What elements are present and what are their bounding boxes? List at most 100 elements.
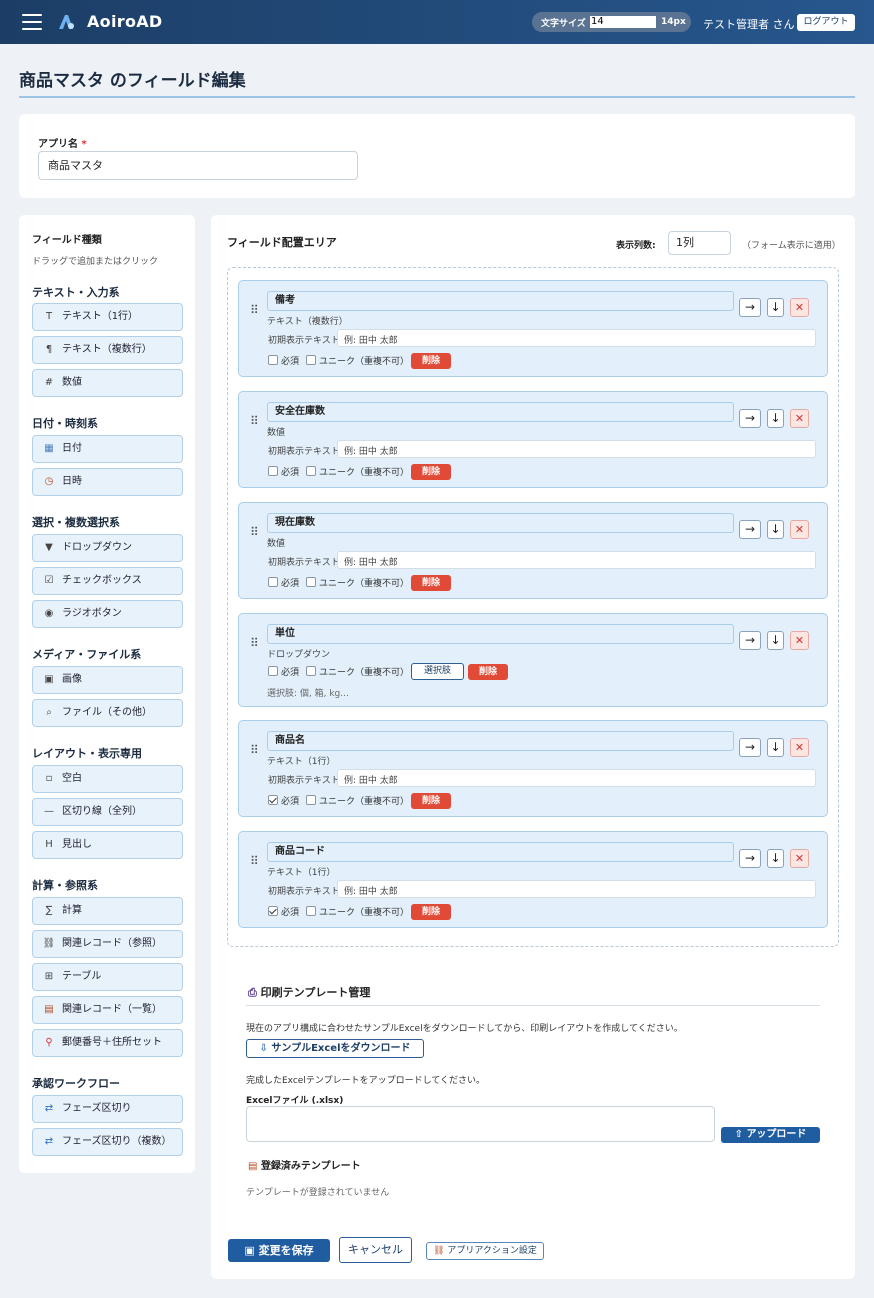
required-checkbox[interactable]: 必須 [268,355,299,368]
field-name-input[interactable]: 安全在庫数 [267,402,734,422]
palette-item-divider[interactable]: — 区切り線（全列） [32,798,183,826]
palette-item-related-list[interactable]: ▤ 関連レコード（一覧） [32,996,183,1024]
drag-handle-icon[interactable]: ⠿ [250,743,259,757]
remove-field-button[interactable]: ✕ [790,520,809,539]
field-type: テキスト（1行） [267,757,336,767]
delete-button[interactable]: 削除 [411,575,451,591]
default-text-input[interactable]: 例: 田中 太郎 [337,329,816,347]
delete-button[interactable]: 削除 [411,904,451,920]
link-icon: ⛓ [42,938,56,949]
palette-item-file[interactable]: ⌕ ファイル（その他） [32,699,183,727]
drag-handle-icon[interactable]: ⠿ [250,303,259,317]
palette-item-number[interactable]: # 数値 [32,369,183,397]
delete-button[interactable]: 削除 [411,793,451,809]
save-button[interactable]: ▣ 変更を保存 [228,1239,330,1262]
unique-checkbox[interactable]: ユニーク（重複不可） [306,795,409,808]
required-checkbox[interactable]: 必須 [268,795,299,808]
field-card[interactable]: ⠿ 備考 テキスト（複数行） 初期表示テキスト: 例: 田中 太郎 必須 ユニー… [238,280,828,377]
move-down-button[interactable]: ↓ [767,409,784,428]
unique-checkbox[interactable]: ユニーク（重複不可） [306,355,409,368]
palette-item-phase-multi[interactable]: ⇄ フェーズ区切り（複数） [32,1128,183,1156]
field-name-input[interactable]: 単位 [267,624,734,644]
menu-icon[interactable] [22,14,42,30]
drag-handle-icon[interactable]: ⠿ [250,525,259,539]
download-sample-button[interactable]: ⇩ サンプルExcelをダウンロード [246,1039,424,1058]
font-size-input[interactable]: 14 [590,16,656,28]
field-card[interactable]: ⠿ 商品名 テキスト（1行） 初期表示テキスト: 例: 田中 太郎 必須 ユニー… [238,720,828,817]
move-down-button[interactable]: ↓ [767,849,784,868]
field-card[interactable]: ⠿ 商品コード テキスト（1行） 初期表示テキスト: 例: 田中 太郎 必須 ユ… [238,831,828,928]
unique-checkbox[interactable]: ユニーク（重複不可） [306,666,409,679]
unique-checkbox[interactable]: ユニーク（重複不可） [306,906,409,919]
palette-item-dropdown[interactable]: ▼ ドロップダウン [32,534,183,562]
move-down-button[interactable]: ↓ [767,520,784,539]
logout-button[interactable]: ログアウト [797,14,855,31]
options-button[interactable]: 選択肢 [411,663,464,680]
remove-field-button[interactable]: ✕ [790,738,809,757]
palette-item-phase[interactable]: ⇄ フェーズ区切り [32,1095,183,1123]
delete-button[interactable]: 削除 [468,664,508,680]
palette-group-text: テキスト・入力系 [32,286,120,299]
field-drop-zone[interactable]: ⠿ 備考 テキスト（複数行） 初期表示テキスト: 例: 田中 太郎 必須 ユニー… [227,267,839,947]
palette-item-postal[interactable]: ⚲ 郵便番号＋住所セット [32,1029,183,1057]
move-right-button[interactable]: → [739,520,761,539]
logo-icon [59,15,74,29]
unique-checkbox[interactable]: ユニーク（重複不可） [306,577,409,590]
cancel-button[interactable]: キャンセル [339,1237,412,1263]
remove-field-button[interactable]: ✕ [790,409,809,428]
palette-item-related-ref[interactable]: ⛓ 関連レコード（参照） [32,930,183,958]
default-text-input[interactable]: 例: 田中 太郎 [337,440,816,458]
app-action-settings-button[interactable]: ⛓ アプリアクション設定 [426,1242,544,1260]
palette-item-date[interactable]: ▦ 日付 [32,435,183,463]
file-input[interactable] [246,1106,715,1142]
drag-handle-icon[interactable]: ⠿ [250,854,259,868]
move-right-button[interactable]: → [739,849,761,868]
default-text-input[interactable]: 例: 田中 太郎 [337,551,816,569]
drag-handle-icon[interactable]: ⠿ [250,636,259,650]
default-text-input[interactable]: 例: 田中 太郎 [337,880,816,898]
default-text-input[interactable]: 例: 田中 太郎 [337,769,816,787]
unique-checkbox[interactable]: ユニーク（重複不可） [306,466,409,479]
palette-item-text-multi[interactable]: ¶ テキスト（複数行） [32,336,183,364]
field-name-input[interactable]: 商品名 [267,731,734,751]
remove-field-button[interactable]: ✕ [790,298,809,317]
palette-item-heading[interactable]: H 見出し [32,831,183,859]
required-checkbox[interactable]: 必須 [268,906,299,919]
field-card[interactable]: ⠿ 安全在庫数 数値 初期表示テキスト: 例: 田中 太郎 必須 ユニーク（重複… [238,391,828,488]
checkbox-icon [306,795,316,805]
palette-item-image[interactable]: ▣ 画像 [32,666,183,694]
upload-button[interactable]: ⇧ アップロード [721,1127,820,1143]
field-name-input[interactable]: 商品コード [267,842,734,862]
palette-item-radio[interactable]: ◉ ラジオボタン [32,600,183,628]
delete-button[interactable]: 削除 [411,464,451,480]
palette-item-blank[interactable]: ▫ 空白 [32,765,183,793]
drag-handle-icon[interactable]: ⠿ [250,414,259,428]
field-type: 数値 [267,428,286,438]
required-checkbox[interactable]: 必須 [268,577,299,590]
field-card[interactable]: ⠿ 単位 ドロップダウン 必須 ユニーク（重複不可） 選択肢 削除 選択肢: 個… [238,613,828,707]
remove-field-button[interactable]: ✕ [790,631,809,650]
required-checkbox[interactable]: 必須 [268,466,299,479]
move-down-button[interactable]: ↓ [767,298,784,317]
field-card[interactable]: ⠿ 現在庫数 数値 初期表示テキスト: 例: 田中 太郎 必須 ユニーク（重複不… [238,502,828,599]
save-icon: ▣ [244,1244,255,1257]
required-checkbox[interactable]: 必須 [268,666,299,679]
field-name-input[interactable]: 現在庫数 [267,513,734,533]
app-name-input[interactable]: 商品マスタ [38,151,358,180]
move-right-button[interactable]: → [739,298,761,317]
clipboard-icon: ▤ [248,1161,258,1172]
remove-field-button[interactable]: ✕ [790,849,809,868]
move-down-button[interactable]: ↓ [767,738,784,757]
columns-select[interactable]: 1列 [668,231,731,255]
delete-button[interactable]: 削除 [411,353,451,369]
palette-item-datetime[interactable]: ◷ 日時 [32,468,183,496]
move-right-button[interactable]: → [739,631,761,650]
palette-item-table[interactable]: ⊞ テーブル [32,963,183,991]
palette-item-checkbox[interactable]: ☑ チェックボックス [32,567,183,595]
palette-item-calc[interactable]: ∑ 計算 [32,897,183,925]
move-down-button[interactable]: ↓ [767,631,784,650]
move-right-button[interactable]: → [739,738,761,757]
move-right-button[interactable]: → [739,409,761,428]
palette-item-text-single[interactable]: T テキスト（1行） [32,303,183,331]
field-name-input[interactable]: 備考 [267,291,734,311]
